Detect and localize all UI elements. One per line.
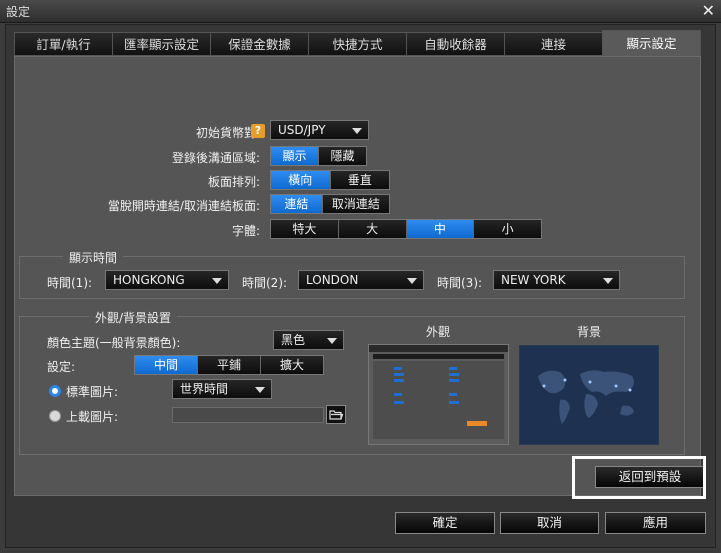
world-map-image (538, 370, 634, 424)
upload-image-radio[interactable] (49, 410, 61, 422)
time3-select[interactable]: NEW YORK (493, 270, 620, 290)
tab-rate-display[interactable]: 匯率顯示設定 (112, 32, 210, 56)
chat-area-hide[interactable]: 隱藏 (319, 147, 366, 165)
font-xlarge[interactable]: 特大 (271, 220, 339, 238)
tab-connection[interactable]: 連接 (504, 32, 602, 56)
folder-button[interactable] (326, 405, 346, 424)
window-title: 設定 (6, 5, 31, 19)
time3-label: 時間(3): (437, 276, 483, 290)
time2-label: 時間(2): (242, 276, 288, 290)
font-size-toggle: 特大 大 中 小 (270, 219, 542, 239)
link-off[interactable]: 取消連結 (322, 195, 389, 213)
font-medium[interactable]: 中 (406, 220, 475, 238)
preview-background-label: 背景 (577, 325, 602, 339)
chat-area-label: 登錄後溝通區域: (171, 151, 260, 165)
chevron-down-icon (352, 128, 362, 134)
chevron-down-icon (407, 278, 417, 284)
tab-shortcuts[interactable]: 快捷方式 (308, 32, 406, 56)
time3-value: NEW YORK (501, 273, 566, 287)
font-label: 字體: (231, 224, 260, 238)
initial-pair-select[interactable]: USD/JPY (270, 120, 369, 140)
standard-image-label: 標準圖片: (66, 385, 119, 399)
appearance-group-title: 外觀/背景設置 (89, 309, 178, 326)
setting-label: 設定: (47, 360, 76, 374)
chevron-down-icon (327, 338, 337, 344)
cancel-button[interactable]: 取消 (500, 512, 599, 534)
tab-orders[interactable]: 訂單/執行 (14, 32, 112, 56)
background-preview (519, 345, 659, 445)
image-layout-toggle: 中間 平鋪 擴大 (134, 355, 324, 375)
link-toggle: 連結 取消連結 (270, 194, 390, 214)
standard-image-value: 世界時間 (180, 382, 229, 396)
chevron-down-icon (212, 278, 222, 284)
help-icon[interactable]: ? (251, 124, 265, 138)
folder-icon (329, 410, 344, 420)
time2-value: LONDON (306, 273, 359, 287)
board-arrange-horizontal[interactable]: 橫向 (271, 171, 331, 189)
chevron-down-icon (255, 387, 265, 393)
theme-select[interactable]: 黑色 (273, 330, 344, 350)
theme-value: 黑色 (281, 333, 306, 347)
apply-button[interactable]: 應用 (605, 512, 706, 534)
chat-area-show[interactable]: 顯示 (271, 147, 319, 165)
tab-margin-data[interactable]: 保證金數據 (210, 32, 308, 56)
appearance-preview (368, 344, 509, 445)
font-large[interactable]: 大 (338, 220, 407, 238)
tab-display-settings[interactable]: 顯示設定 (602, 30, 701, 56)
upload-path-field[interactable] (172, 407, 324, 423)
time1-select[interactable]: HONGKONG (105, 270, 229, 290)
time1-label: 時間(1): (47, 276, 93, 290)
highlight-frame (572, 456, 706, 499)
preview-appearance-label: 外觀 (426, 325, 451, 339)
appearance-preview-image (369, 345, 508, 439)
chevron-down-icon (603, 278, 613, 284)
ok-button[interactable]: 確定 (395, 512, 495, 534)
font-small[interactable]: 小 (474, 220, 541, 238)
layout-stretch[interactable]: 擴大 (261, 356, 323, 374)
link-on[interactable]: 連結 (271, 195, 323, 213)
upload-image-label: 上載圖片: (66, 410, 119, 424)
standard-image-select[interactable]: 世界時間 (172, 379, 272, 399)
time-group-title: 顯示時間 (63, 249, 124, 266)
time1-value: HONGKONG (113, 273, 185, 287)
settings-panel: 初始貨幣對: ? USD/JPY 登錄後溝通區域: 顯示 隱藏 板面排列: 橫向… (14, 56, 705, 496)
initial-pair-value: USD/JPY (278, 123, 326, 137)
layout-center[interactable]: 中間 (135, 356, 198, 374)
theme-label: 顏色主題(一般背景顏色): (47, 336, 181, 350)
close-icon[interactable]: ✕ (702, 1, 715, 20)
board-arrange-label: 板面排列: (207, 175, 260, 189)
chat-area-toggle: 顯示 隱藏 (270, 146, 367, 166)
standard-image-radio[interactable] (49, 385, 61, 397)
board-arrange-vertical[interactable]: 垂直 (330, 171, 389, 189)
tab-bar: 訂單/執行 匯率顯示設定 保證金數據 快捷方式 自動收餘器 連接 顯示設定 (14, 30, 701, 56)
tab-auto-collector[interactable]: 自動收餘器 (406, 32, 504, 56)
time2-select[interactable]: LONDON (298, 270, 424, 290)
title-bar: 設定 ✕ (0, 0, 721, 23)
layout-tile[interactable]: 平鋪 (198, 356, 261, 374)
link-label: 當脫開時連結/取消連結板面: (107, 199, 260, 213)
board-arrange-toggle: 橫向 垂直 (270, 170, 390, 190)
